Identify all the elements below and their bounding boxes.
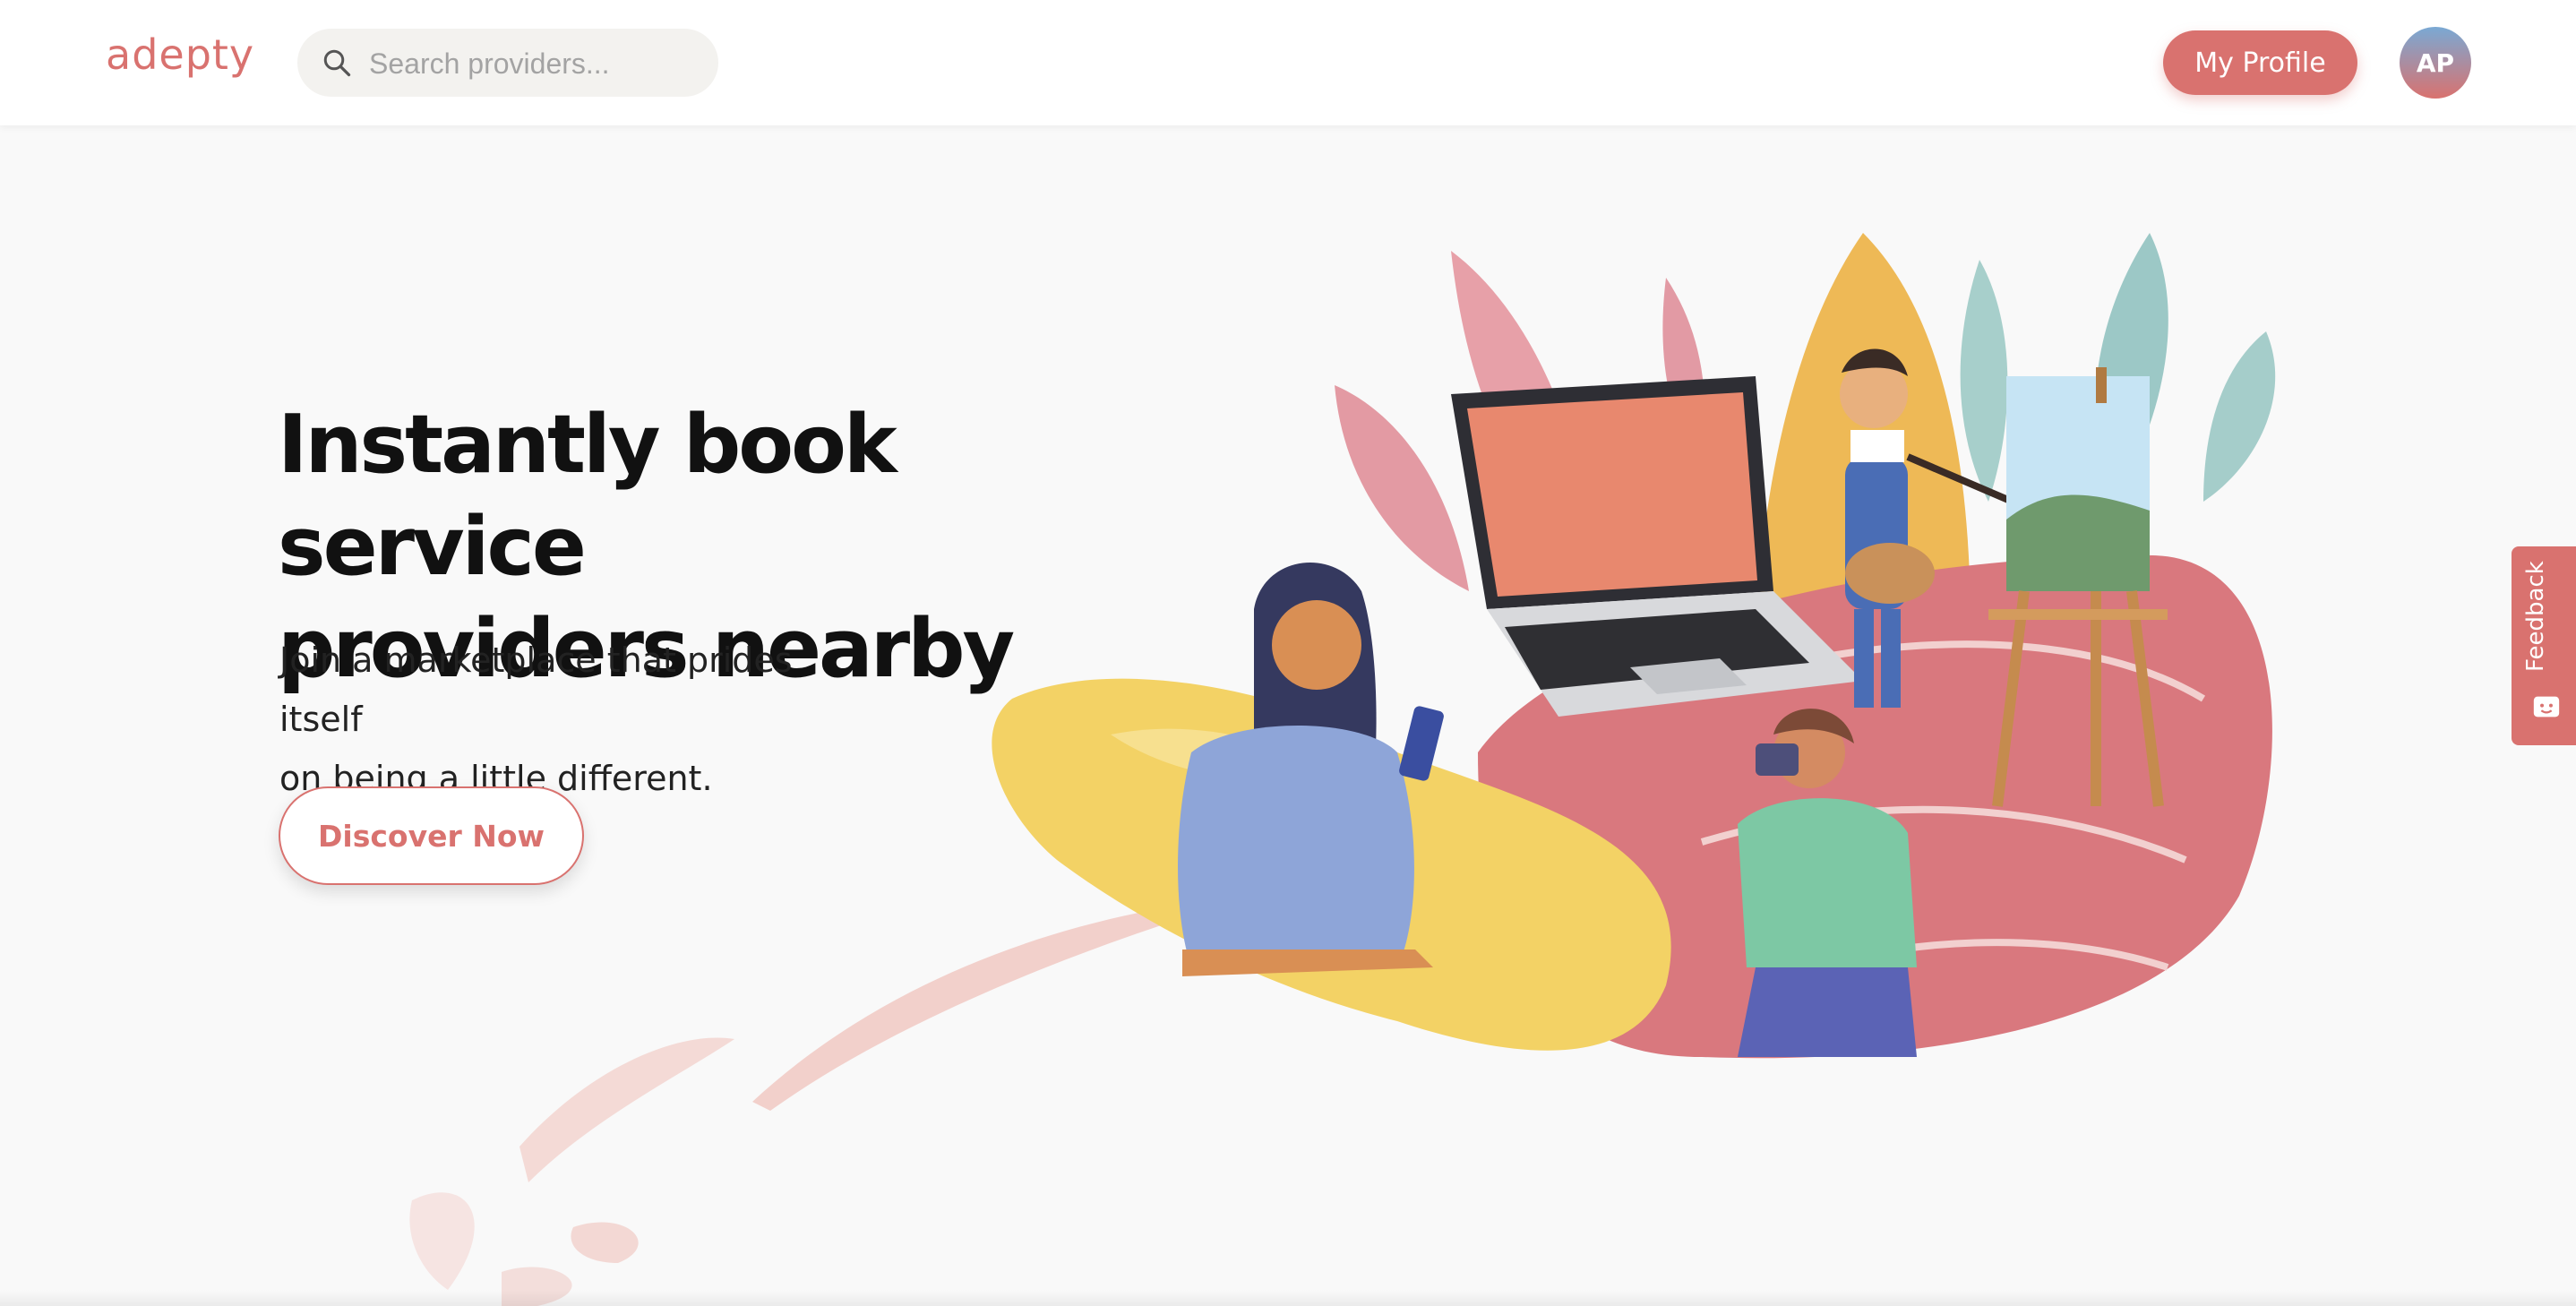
search-input[interactable] — [367, 41, 702, 86]
top-nav: adepty My Profile AP — [0, 0, 2576, 125]
my-profile-button[interactable]: My Profile — [2163, 30, 2357, 95]
feedback-icon — [2533, 696, 2560, 717]
hero-subtitle: Join a marketplace that prides itself on… — [279, 631, 853, 808]
discover-now-button[interactable]: Discover Now — [279, 786, 584, 885]
brand-logo[interactable]: adepty — [106, 30, 254, 79]
bottom-edge-shadow — [0, 1290, 2576, 1306]
feedback-tab[interactable]: Feedback — [2512, 546, 2576, 745]
woman-graphic — [1178, 562, 1444, 976]
user-avatar[interactable]: AP — [2400, 27, 2471, 99]
hero-title-line-1: Instantly book service — [278, 398, 897, 594]
hero-subtitle-line-1: Join a marketplace that prides itself — [279, 640, 793, 739]
search-icon — [323, 49, 351, 77]
search-bar[interactable] — [297, 29, 718, 97]
feedback-label: Feedback — [2522, 561, 2549, 672]
